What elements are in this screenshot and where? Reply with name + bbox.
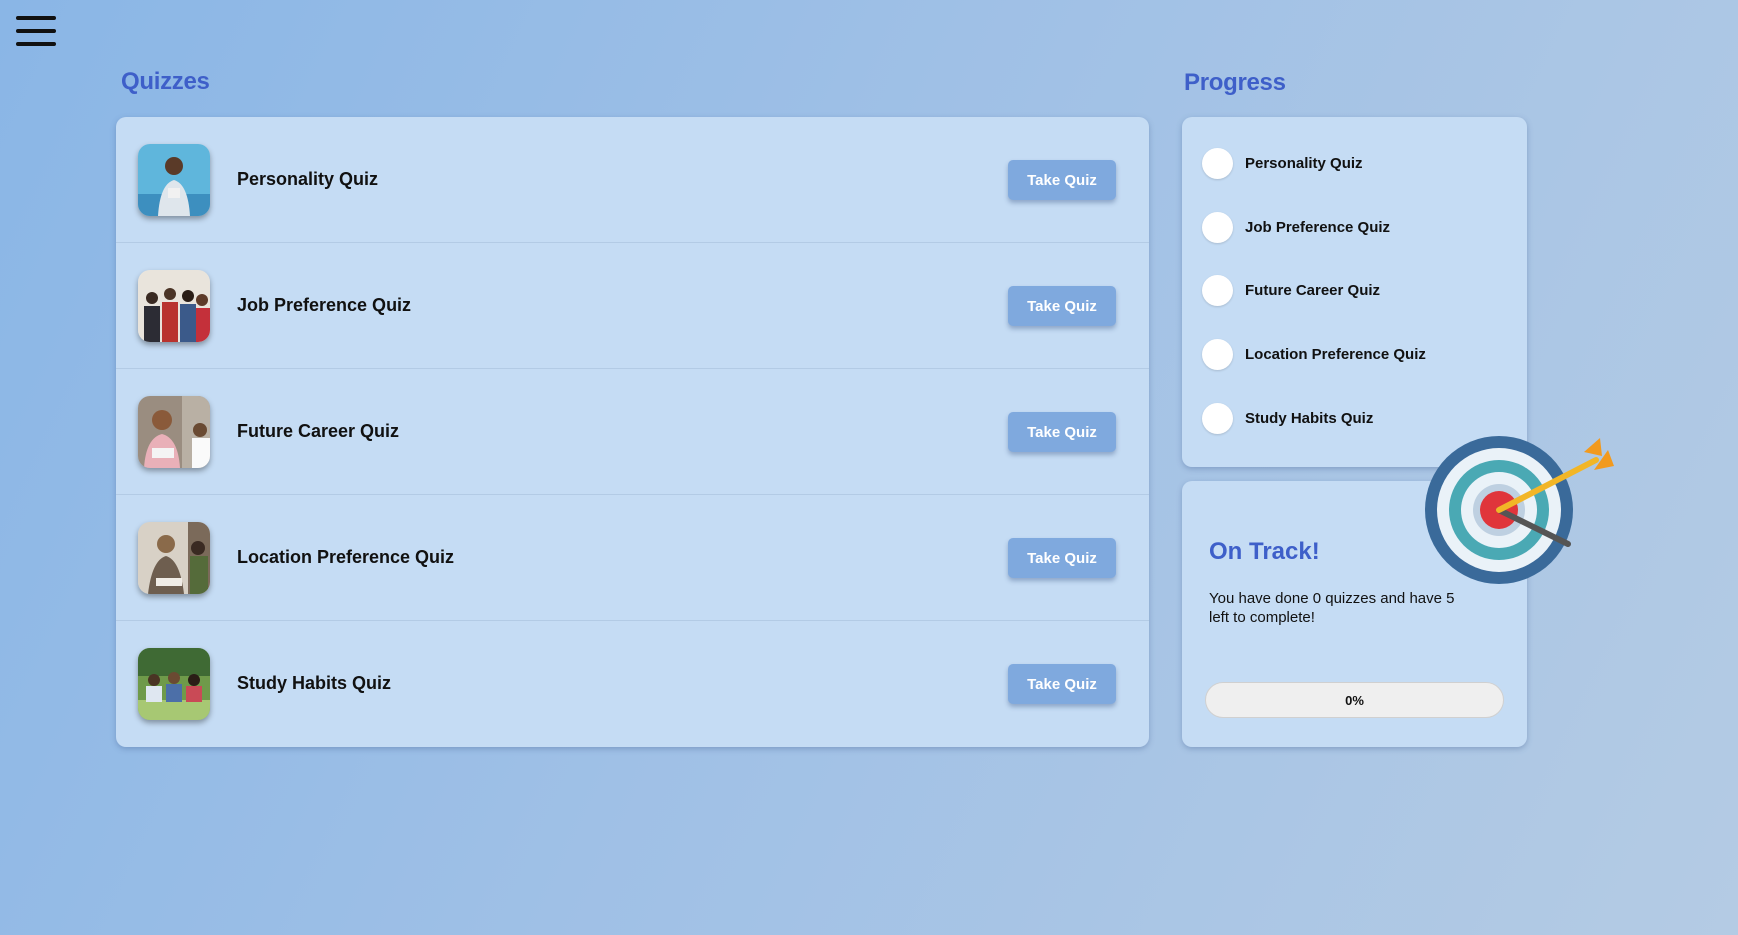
take-quiz-button[interactable]: Take Quiz [1008,286,1116,326]
target-arrow-icon [1425,436,1614,584]
progress-item-label: Job Preference Quiz [1245,219,1391,236]
take-quiz-button[interactable]: Take Quiz [1008,412,1116,452]
quiz-name: Job Preference Quiz [237,295,412,315]
progress-item-label: Future Career Quiz [1245,282,1381,299]
progress-item: Personality Quiz [1202,148,1363,179]
take-quiz-button[interactable]: Take Quiz [1008,538,1116,578]
future-career-quiz-thumbnail [138,395,210,468]
incomplete-circle-icon [1202,403,1233,434]
progress-title: Progress [1184,69,1286,96]
progress-item: Future Career Quiz [1202,275,1380,306]
progress-percent-label: 0% [1345,692,1364,708]
take-quiz-button[interactable]: Take Quiz [1008,160,1116,200]
progress-item: Study Habits Quiz [1202,403,1373,434]
progress-item-label: Study Habits Quiz [1245,410,1374,427]
progress-item: Job Preference Quiz [1202,212,1390,243]
take-quiz-button[interactable]: Take Quiz [1008,664,1116,704]
hamburger-menu-icon[interactable] [16,16,56,46]
job-preference-quiz-thumbnail [138,269,210,342]
list-item: Study Habits Quiz Take Quiz [116,621,1149,746]
progress-item-label: Location Preference Quiz [1245,346,1426,363]
personality-quiz-thumbnail [138,143,210,216]
incomplete-circle-icon [1202,212,1233,243]
quiz-name: Future Career Quiz [237,421,400,441]
status-message: You have done 0 quizzes and have 5 left … [1209,590,1455,626]
quiz-name: Study Habits Quiz [237,673,392,693]
quiz-name: Personality Quiz [237,169,379,189]
incomplete-circle-icon [1202,275,1233,306]
incomplete-circle-icon [1202,148,1233,179]
quiz-name: Location Preference Quiz [237,547,455,567]
study-habits-quiz-thumbnail [138,647,210,720]
status-title: On Track! [1209,538,1320,565]
quizzes-title: Quizzes [121,68,210,95]
list-item: Future Career Quiz Take Quiz [116,369,1149,495]
progress-checklist: Personality Quiz Job Preference Quiz Fut… [1182,117,1527,467]
list-item: Job Preference Quiz Take Quiz [116,243,1149,369]
incomplete-circle-icon [1202,339,1233,370]
progress-item: Location Preference Quiz [1202,339,1426,370]
quiz-progress-bar: 0% [1205,682,1504,718]
quiz-list: Personality Quiz Take Quiz Job Preferenc… [116,117,1149,747]
location-preference-quiz-thumbnail [138,521,210,594]
list-item: Location Preference Quiz Take Quiz [116,495,1149,621]
progress-item-label: Personality Quiz [1245,155,1363,172]
list-item: Personality Quiz Take Quiz [116,117,1149,243]
